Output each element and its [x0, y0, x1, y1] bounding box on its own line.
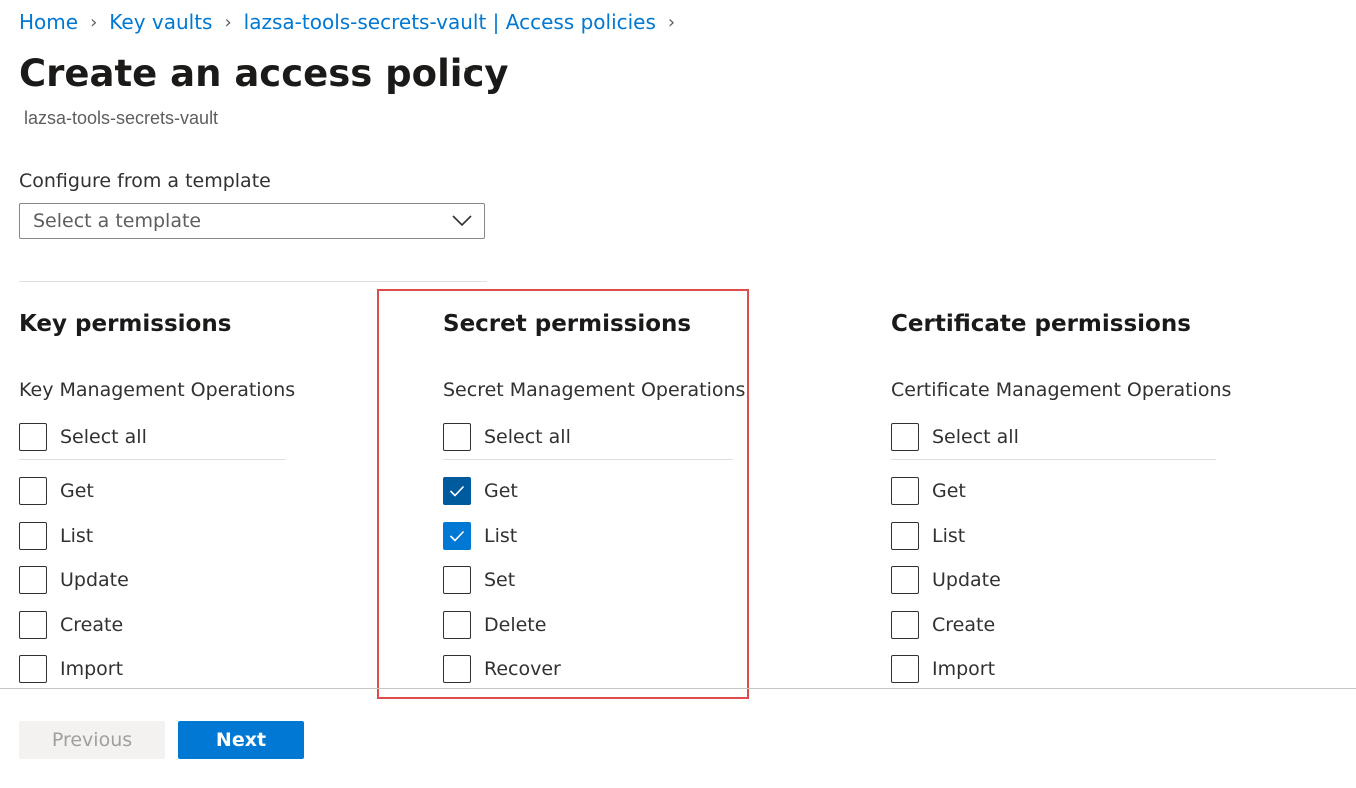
- checkbox-label: Select all: [60, 426, 147, 448]
- certificate-operations-subtitle: Certificate Management Operations: [891, 379, 1232, 401]
- breadcrumb-home[interactable]: Home: [19, 10, 78, 34]
- checkbox-label: Update: [932, 569, 1001, 591]
- breadcrumb-key-vaults[interactable]: Key vaults: [109, 10, 212, 34]
- checkbox-box[interactable]: [891, 566, 919, 594]
- select-all-divider: [891, 459, 1216, 460]
- checkbox-box[interactable]: [891, 655, 919, 683]
- certificate-import-checkbox[interactable]: Import: [891, 654, 995, 684]
- template-label: Configure from a template: [19, 170, 271, 192]
- checkbox-box[interactable]: [891, 611, 919, 639]
- chevron-down-icon: [452, 212, 472, 231]
- chevron-right-icon: ›: [224, 11, 232, 33]
- checkbox-label: Get: [932, 480, 966, 502]
- breadcrumb-access-policies[interactable]: lazsa-tools-secrets-vault | Access polic…: [244, 10, 656, 34]
- certificate-create-checkbox[interactable]: Create: [891, 610, 995, 640]
- key-update-checkbox[interactable]: Update: [19, 565, 129, 595]
- checkbox-label: Import: [932, 658, 996, 680]
- checkbox-box[interactable]: [19, 655, 47, 683]
- page-title: Create an access policy: [19, 52, 509, 95]
- checkbox-box[interactable]: [19, 522, 47, 550]
- section-divider: [19, 281, 487, 282]
- checkbox-label: Import: [60, 658, 124, 680]
- certificate-update-checkbox[interactable]: Update: [891, 565, 1001, 595]
- template-dropdown[interactable]: Select a template: [19, 203, 485, 239]
- key-permissions-title: Key permissions: [19, 311, 232, 337]
- key-permissions-section: Key permissions Key Management Operation…: [19, 308, 296, 683]
- page-subtitle: lazsa-tools-secrets-vault: [24, 108, 219, 128]
- checkbox-label: List: [60, 525, 94, 547]
- key-operations-subtitle: Key Management Operations: [19, 379, 296, 401]
- checkbox-box[interactable]: [891, 477, 919, 505]
- select-all-divider: [19, 459, 286, 460]
- checkbox-label: Select all: [932, 426, 1019, 448]
- more-options-icon[interactable]: ···: [455, 58, 479, 83]
- previous-button[interactable]: Previous: [19, 721, 165, 759]
- checkbox-box[interactable]: [891, 423, 919, 451]
- highlight-box: [377, 289, 749, 699]
- checkbox-box[interactable]: [891, 522, 919, 550]
- certificate-get-checkbox[interactable]: Get: [891, 476, 966, 506]
- checkbox-box[interactable]: [19, 477, 47, 505]
- template-dropdown-placeholder: Select a template: [33, 210, 202, 232]
- chevron-right-icon: ›: [667, 11, 676, 33]
- key-list-checkbox[interactable]: List: [19, 521, 93, 551]
- certificate-permissions-title: Certificate permissions: [891, 311, 1191, 337]
- certificate-list-checkbox[interactable]: List: [891, 521, 965, 551]
- checkbox-label: Create: [60, 614, 124, 636]
- certificate-permissions-section: Certificate permissions Certificate Mana…: [891, 308, 1232, 683]
- key-create-checkbox[interactable]: Create: [19, 610, 123, 640]
- checkbox-box[interactable]: [19, 566, 47, 594]
- checkbox-label: Update: [60, 569, 129, 591]
- footer-divider: [0, 688, 1356, 689]
- chevron-right-icon: ›: [90, 11, 98, 33]
- checkbox-label: Create: [932, 614, 996, 636]
- breadcrumb: Home › Key vaults › lazsa-tools-secrets-…: [19, 8, 687, 36]
- key-get-checkbox[interactable]: Get: [19, 476, 94, 506]
- checkbox-label: Get: [60, 480, 94, 502]
- key-import-checkbox[interactable]: Import: [19, 654, 123, 684]
- checkbox-box[interactable]: [19, 611, 47, 639]
- certificate-select-all-checkbox[interactable]: Select all: [891, 422, 1019, 452]
- checkbox-box[interactable]: [19, 423, 47, 451]
- checkbox-label: List: [932, 525, 966, 547]
- key-select-all-checkbox[interactable]: Select all: [19, 422, 147, 452]
- next-button[interactable]: Next: [178, 721, 304, 759]
